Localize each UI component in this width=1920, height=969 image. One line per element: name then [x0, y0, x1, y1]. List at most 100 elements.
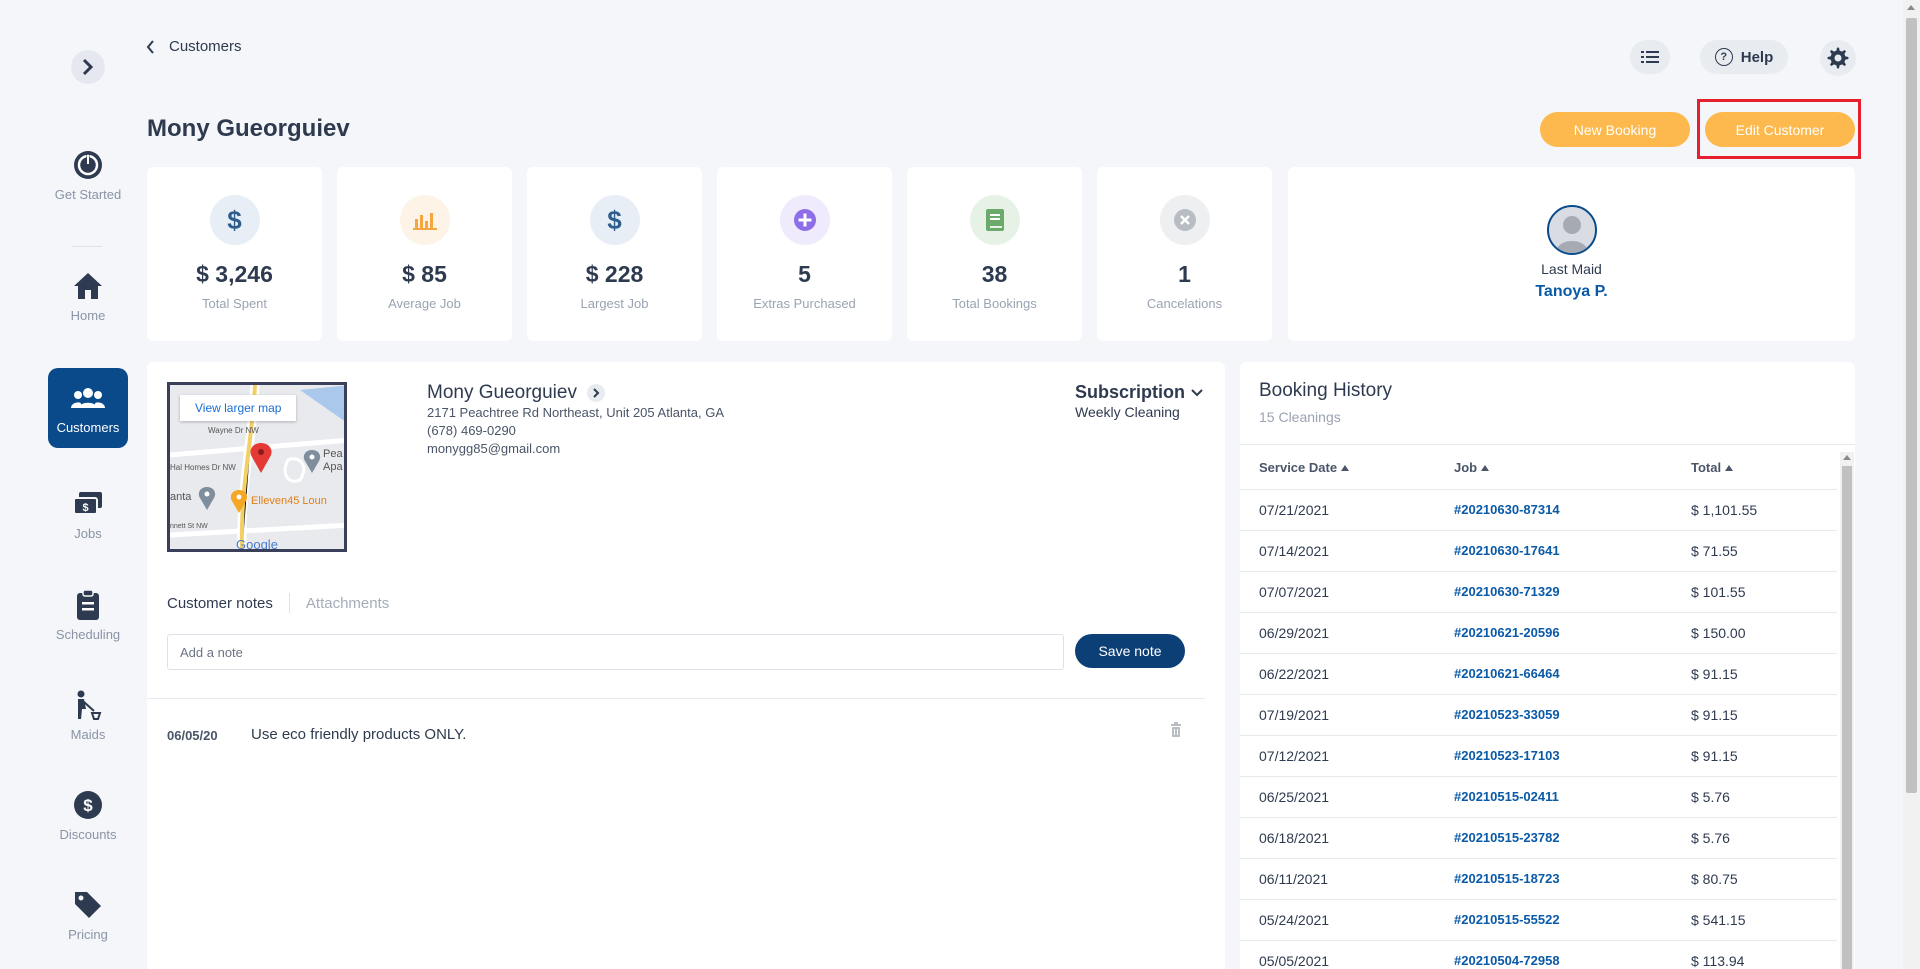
column-header-total[interactable]: Total [1691, 460, 1734, 475]
sidebar-item-label: Customers [56, 419, 120, 435]
job-link[interactable]: #20210630-87314 [1454, 502, 1560, 517]
total-cell: $ 5.76 [1691, 830, 1730, 846]
page-scrollbar[interactable] [1903, 0, 1920, 969]
power-icon [74, 150, 102, 179]
discount-icon: $ [74, 790, 102, 819]
table-row: 07/14/2021 #20210630-17641 $ 71.55 [1240, 530, 1837, 571]
question-icon: ? [1714, 48, 1733, 66]
chevron-left-icon [146, 39, 154, 54]
sidebar-toggle-button[interactable] [71, 50, 105, 84]
stat-value: 5 [798, 261, 811, 287]
new-booking-button[interactable]: New Booking [1540, 112, 1690, 147]
job-link[interactable]: #20210621-66464 [1454, 666, 1560, 681]
sort-asc-icon [1481, 464, 1490, 471]
sidebar-item-label: Jobs [74, 525, 102, 541]
sidebar-item-scheduling[interactable]: Scheduling [48, 575, 128, 655]
jobs-icon: $ [73, 491, 102, 515]
tab-attachments[interactable]: Attachments [306, 595, 389, 612]
customer-details-button[interactable] [586, 384, 605, 402]
table-row: 06/18/2021 #20210515-23782 $ 5.76 [1240, 817, 1837, 858]
sidebar-item-label: Scheduling [55, 626, 121, 642]
sidebar-item-home[interactable]: Home [48, 256, 128, 336]
tab-customer-notes[interactable]: Customer notes [167, 595, 273, 612]
sidebar-item-label: Pricing [68, 926, 108, 942]
service-date-cell: 06/11/2021 [1259, 871, 1329, 887]
map-pin-icon [303, 450, 321, 473]
sidebar-item-get-started[interactable]: Get Started [48, 135, 128, 215]
stat-label: Largest Job [580, 296, 649, 311]
column-header-label: Total [1691, 460, 1722, 475]
table-row: 06/22/2021 #20210621-66464 $ 91.15 [1240, 653, 1837, 694]
view-larger-map-link[interactable]: View larger map [180, 395, 297, 421]
divider [1240, 444, 1855, 445]
breadcrumb[interactable]: Customers [146, 38, 242, 55]
map-label: Hal Homes Dr NW [170, 463, 236, 472]
booking-history-scrollbar[interactable] [1840, 452, 1854, 969]
column-header-service-date[interactable]: Service Date [1259, 460, 1350, 475]
note-date: 06/05/20 [167, 728, 218, 743]
job-link[interactable]: #20210523-33059 [1454, 707, 1560, 722]
service-date-cell: 07/19/2021 [1259, 707, 1330, 723]
job-link[interactable]: #20210504-72958 [1454, 953, 1560, 968]
trash-icon[interactable] [1170, 722, 1182, 738]
total-cell: $ 71.55 [1691, 543, 1738, 559]
sidebar-item-maids[interactable]: Maids [48, 675, 128, 755]
total-cell: $ 101.55 [1691, 584, 1746, 600]
sidebar-item-customers[interactable]: Customers [48, 368, 128, 448]
sort-asc-icon [1341, 464, 1350, 471]
sidebar-item-label: Discounts [59, 826, 117, 842]
map-label: anta [170, 491, 192, 503]
list-view-button[interactable] [1630, 40, 1670, 74]
last-maid-card[interactable]: Last Maid Tanoya P. [1288, 167, 1855, 341]
person-icon [1555, 216, 1588, 253]
map[interactable]: Wayne Dr NW Hal Homes Dr NW anta Pea Apa… [167, 382, 347, 552]
table-row: 06/25/2021 #20210515-02411 $ 5.76 [1240, 776, 1837, 817]
subscription-dropdown[interactable]: Subscription [1075, 382, 1203, 403]
scrollbar-thumb[interactable] [1906, 18, 1917, 793]
avatar [1546, 205, 1597, 255]
total-cell: $ 113.94 [1691, 953, 1745, 969]
sidebar-item-label: Get Started [54, 186, 122, 202]
job-link[interactable]: #20210515-55522 [1454, 912, 1560, 927]
plus-icon [779, 195, 830, 245]
table-row: 07/07/2021 #20210630-71329 $ 101.55 [1240, 571, 1837, 612]
customer-phone: (678) 469-0290 [427, 423, 516, 438]
job-link[interactable]: #20210523-17103 [1454, 748, 1560, 763]
map-brand: Google [236, 537, 278, 552]
page-title: Mony Gueorguiev [147, 115, 350, 142]
sidebar-divider [72, 246, 102, 247]
bar-chart-icon [399, 195, 450, 245]
maid-icon [77, 690, 102, 720]
note-input[interactable] [167, 634, 1064, 670]
stat-label: Average Job [388, 296, 461, 311]
stat-card-extras-purchased: 5 Extras Purchased [717, 167, 892, 341]
scrollbar-thumb[interactable] [1842, 466, 1852, 969]
column-header-job[interactable]: Job [1454, 460, 1490, 475]
job-link[interactable]: #20210630-17641 [1454, 543, 1560, 558]
stat-value: $ 3,246 [196, 261, 273, 287]
sidebar-item-discounts[interactable]: $ Discounts [48, 775, 128, 855]
job-link[interactable]: #20210515-23782 [1454, 830, 1560, 845]
customer-panel: Wayne Dr NW Hal Homes Dr NW anta Pea Apa… [147, 362, 1225, 969]
job-link[interactable]: #20210515-02411 [1454, 789, 1559, 804]
sidebar-item-jobs[interactable]: $ Jobs [48, 474, 128, 554]
job-link[interactable]: #20210630-71329 [1454, 584, 1560, 599]
total-cell: $ 91.15 [1691, 707, 1738, 723]
annotation-highlight-box [1697, 99, 1861, 159]
job-link[interactable]: #20210515-18723 [1454, 871, 1560, 886]
svg-text:$: $ [83, 796, 93, 815]
stat-value: 38 [981, 261, 1008, 287]
save-note-button[interactable]: Save note [1075, 634, 1185, 668]
help-button[interactable]: ? Help [1700, 40, 1788, 74]
total-cell: $ 5.76 [1691, 789, 1730, 805]
last-maid-name[interactable]: Tanoya P. [1535, 283, 1607, 301]
sidebar-item-pricing[interactable]: Pricing [48, 875, 128, 955]
help-label: Help [1740, 48, 1774, 66]
stat-label: Cancelations [1146, 296, 1223, 311]
dollar-icon: $ [209, 195, 260, 245]
settings-button[interactable] [1820, 40, 1856, 76]
job-link[interactable]: #20210621-20596 [1454, 625, 1560, 640]
total-cell: $ 150.00 [1691, 625, 1746, 641]
total-cell: $ 541.15 [1691, 912, 1746, 928]
booking-history-table: 07/21/2021 #20210630-87314 $ 1,101.55 07/14… [1240, 489, 1837, 969]
